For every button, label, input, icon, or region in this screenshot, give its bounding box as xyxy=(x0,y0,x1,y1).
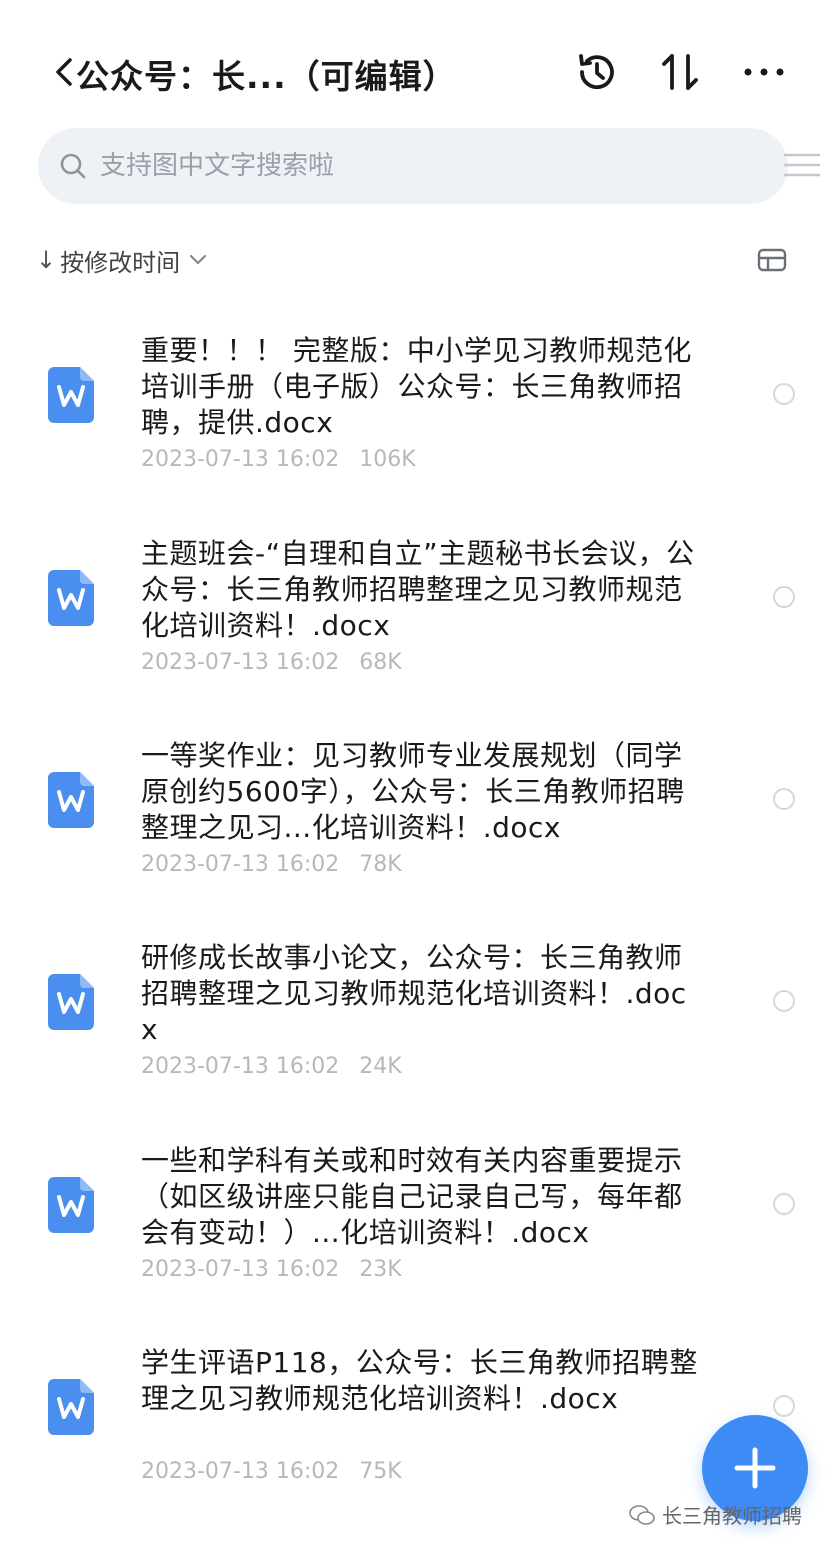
select-checkbox[interactable] xyxy=(773,788,795,810)
sort-label: 按修改时间 xyxy=(60,248,181,277)
watermark-text: 长三角教师招聘 xyxy=(662,1504,802,1528)
file-name: 重要！！！ 完整版：中小学见习教师规范化培训手册（电子版）公众号：长三角教师招聘… xyxy=(141,334,692,439)
file-size: 75K xyxy=(359,1459,402,1484)
file-meta: 2023-07-13 16:02 78K xyxy=(141,852,402,877)
file-meta: 2023-07-13 16:02 75K xyxy=(141,1459,402,1484)
sort-direction-icon: ↓ xyxy=(36,246,57,274)
file-date: 2023-07-13 16:02 xyxy=(141,1257,340,1282)
file-meta: 2023-07-13 16:02 106K xyxy=(141,447,416,472)
file-date: 2023-07-13 16:02 xyxy=(141,447,340,472)
file-item[interactable]: 重要！！！ 完整版：中小学见习教师规范化培训手册（电子版）公众号：长三角教师招聘… xyxy=(0,305,828,500)
word-doc-icon xyxy=(48,1177,94,1233)
top-bar: 公众号：长...（可编辑） xyxy=(0,0,828,130)
file-date: 2023-07-13 16:02 xyxy=(141,1459,340,1484)
file-name: 研修成长故事小论文，公众号：长三角教师招聘整理之见习教师规范化培训资料！.doc… xyxy=(141,941,687,1046)
select-checkbox[interactable] xyxy=(773,383,795,405)
view-mode-icon[interactable] xyxy=(756,246,788,274)
search-icon xyxy=(58,151,88,181)
file-meta: 2023-07-13 16:02 23K xyxy=(141,1257,402,1282)
file-size: 23K xyxy=(359,1257,402,1282)
file-date: 2023-07-13 16:02 xyxy=(141,650,340,675)
file-meta: 2023-07-13 16:02 68K xyxy=(141,650,402,675)
file-size: 24K xyxy=(359,1054,402,1079)
sort-toggle-icon[interactable] xyxy=(656,48,704,96)
menu-icon[interactable] xyxy=(782,147,820,183)
file-size: 78K xyxy=(359,852,402,877)
word-doc-icon xyxy=(48,772,94,828)
page-title: 公众号：长...（可编辑） xyxy=(76,57,457,96)
select-checkbox[interactable] xyxy=(773,1193,795,1215)
file-meta: 2023-07-13 16:02 24K xyxy=(141,1054,402,1079)
sort-selector[interactable]: ↓ 按修改时间 xyxy=(36,240,208,280)
file-size: 106K xyxy=(359,447,416,472)
file-item[interactable]: 一些和学科有关或和时效有关内容重要提示（如区级讲座只能自己记录自己写，每年都会有… xyxy=(0,1115,828,1310)
watermark: 长三角教师招聘 xyxy=(628,1500,802,1529)
word-doc-icon xyxy=(48,367,94,423)
file-item[interactable]: 主题班会-“自理和自立”主题秘书长会议，公众号：长三角教师招聘整理之见习教师规范… xyxy=(0,508,828,703)
file-item[interactable]: 一等奖作业：见习教师专业发展规划（同学原创约5600字），公众号：长三角教师招聘… xyxy=(0,710,828,905)
select-checkbox[interactable] xyxy=(773,586,795,608)
select-checkbox[interactable] xyxy=(773,990,795,1012)
wechat-icon xyxy=(629,1504,655,1525)
file-date: 2023-07-13 16:02 xyxy=(141,852,340,877)
file-name: 主题班会-“自理和自立”主题秘书长会议，公众号：长三角教师招聘整理之见习教师规范… xyxy=(141,537,695,642)
word-doc-icon xyxy=(48,570,94,626)
chevron-down-icon xyxy=(190,254,207,265)
select-checkbox[interactable] xyxy=(773,1395,795,1417)
file-name: 一些和学科有关或和时效有关内容重要提示（如区级讲座只能自己记录自己写，每年都会有… xyxy=(141,1144,683,1249)
more-icon[interactable] xyxy=(740,48,788,96)
file-item[interactable]: 研修成长故事小论文，公众号：长三角教师招聘整理之见习教师规范化培训资料！.doc… xyxy=(0,912,828,1107)
search-input[interactable] xyxy=(100,148,660,184)
history-icon[interactable] xyxy=(573,48,621,96)
file-size: 68K xyxy=(359,650,402,675)
word-doc-icon xyxy=(48,974,94,1030)
file-name: 一等奖作业：见习教师专业发展规划（同学原创约5600字），公众号：长三角教师招聘… xyxy=(141,739,685,844)
file-name: 学生评语P118，公众号：长三角教师招聘整理之见习教师规范化培训资料！.docx xyxy=(141,1346,698,1415)
word-doc-icon xyxy=(48,1379,94,1435)
file-date: 2023-07-13 16:02 xyxy=(141,1054,340,1079)
back-icon[interactable] xyxy=(52,52,76,92)
